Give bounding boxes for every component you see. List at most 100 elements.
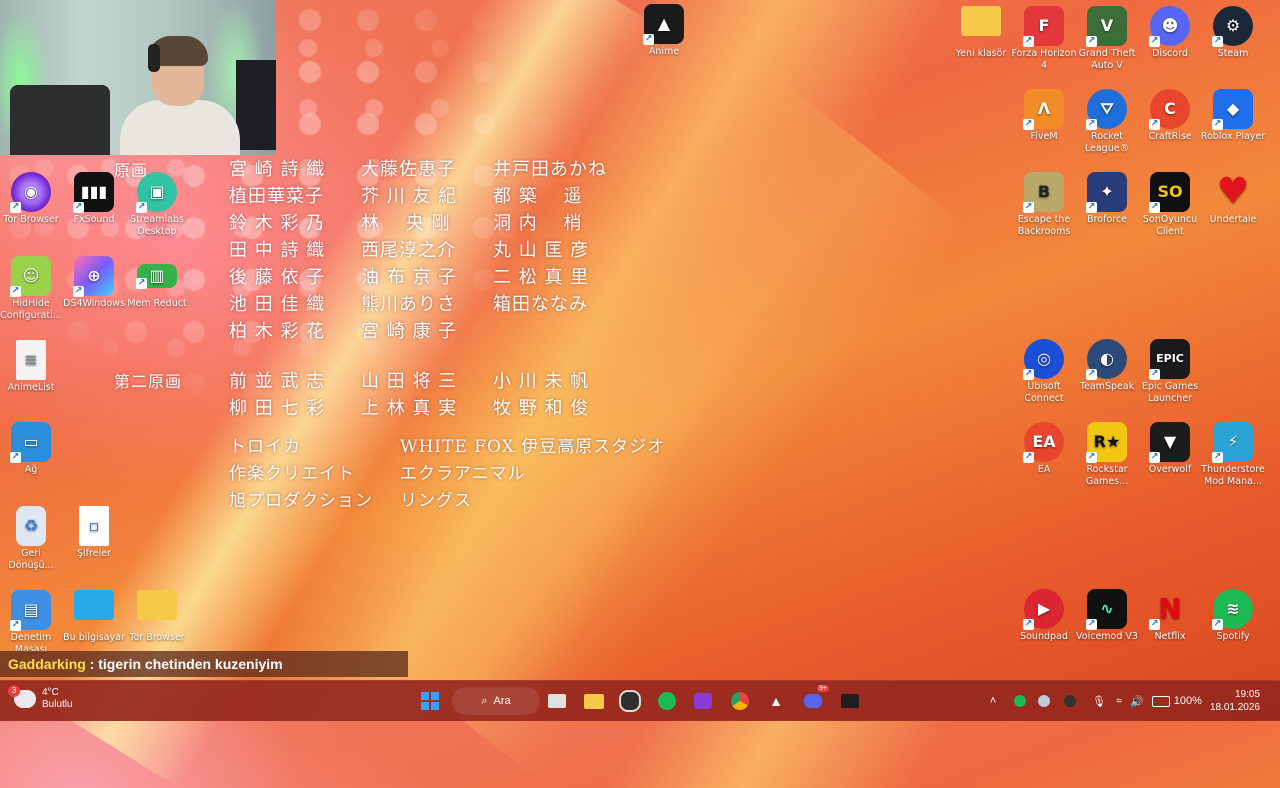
notification-badge: 9+: [817, 685, 829, 692]
desktop-icon-gta[interactable]: V ↗ Grand Theft Auto V: [1072, 6, 1142, 72]
battery-percent: 100%: [1173, 695, 1202, 707]
voicemod-icon: ∿ ↗: [1086, 589, 1127, 630]
text-file-icon: ≡: [16, 340, 46, 380]
soundpad-icon: ▶ ↗: [1023, 589, 1064, 630]
rockstar-icon: R★ ↗: [1086, 422, 1127, 463]
desktop-icon-ubisoft[interactable]: ◎ ↗ Ubisoft Connect: [1009, 339, 1079, 405]
credits-label-second: 第二原画: [114, 372, 183, 391]
taskbar-clapper[interactable]: [689, 687, 717, 715]
taskbar-anime-app[interactable]: ▲: [762, 687, 790, 715]
desktop-icon-tor-browser-folder[interactable]: Tor Browser: [122, 590, 192, 644]
spotify-tray-icon[interactable]: [1014, 695, 1026, 707]
taskbar-task-view[interactable]: [543, 687, 571, 715]
desktop-icon-spotify[interactable]: ≋ ↗ Spotify: [1198, 589, 1268, 643]
system-tray: ˄ 🎙 ≈ 🔊 100%: [984, 681, 1202, 721]
taskbar-obs[interactable]: [616, 687, 644, 715]
thunderstore-icon: ⚡ ↗: [1212, 422, 1253, 463]
desktop-icon-rockstar[interactable]: R★ ↗ Rockstar Games...: [1072, 422, 1142, 488]
desktop-icon-undertale[interactable]: ♥ Undertale: [1198, 172, 1268, 226]
desktop-icon-hidhide[interactable]: ☺ ↗ HidHide Configurati...: [0, 256, 66, 322]
clock[interactable]: 19:05 18.01.2026: [1210, 688, 1260, 714]
desktop-icon-label: Ubisoft Connect: [1024, 381, 1064, 404]
chevron-up-icon[interactable]: ˄: [984, 695, 1002, 707]
desktop-icon-fivem[interactable]: Λ ↗ FiveM: [1009, 89, 1079, 143]
weather-condition: Bulutlu: [42, 699, 73, 710]
desktop-icon-soundpad[interactable]: ▶ ↗ Soundpad: [1009, 589, 1079, 643]
battery-icon[interactable]: [1151, 695, 1170, 707]
desktop-icon-label: Broforce: [1087, 214, 1127, 225]
desktop-icon-forza[interactable]: F ↗ Forza Horizon 4: [1009, 6, 1079, 72]
start-button[interactable]: [416, 687, 444, 715]
desktop-icon-animelist[interactable]: ≡ AnimeList: [0, 340, 66, 394]
hidhide-icon: ☺ ↗: [10, 256, 51, 297]
weather-widget[interactable]: 3 4°C Bulutlu: [8, 685, 73, 711]
taskbar-file-explorer[interactable]: [580, 687, 608, 715]
desktop-icon-yeni-klasor[interactable]: Yeni klasör: [946, 6, 1016, 60]
desktop-icon-sifreler[interactable]: ▫ Şifreler: [59, 506, 129, 560]
desktop-icon-steam[interactable]: ⚙ ↗ Steam: [1198, 6, 1268, 60]
netflix-icon: N ↗: [1149, 592, 1182, 630]
desktop-icon-overwolf[interactable]: ▼ ↗ Overwolf: [1135, 422, 1205, 476]
microphone-icon[interactable]: 🎙: [1092, 695, 1106, 708]
gamepad-icon: ⊕ ↗: [73, 256, 114, 297]
credits-name: 丸 山 匡 彦: [493, 240, 590, 261]
memory-icon: ▥ ↗: [136, 264, 177, 289]
network-icon: ▭ ↗: [10, 422, 51, 463]
desktop-icon-teamspeak[interactable]: ◐ ↗ TeamSpeak: [1072, 339, 1142, 393]
desktop-icon-craftrise[interactable]: C ↗ CraftRise: [1135, 89, 1205, 143]
desktop-icon-roblox[interactable]: ◆ ↗ Roblox Player: [1198, 89, 1268, 143]
desktop-icon-label: DS4Windows: [63, 298, 125, 309]
desktop-icon-label: Streamlabs Desktop: [130, 214, 184, 237]
desktop-icon-control-panel[interactable]: ▤ ↗ Denetim Masası: [0, 590, 66, 656]
windows-icon: [421, 692, 439, 710]
desktop-icon-discord[interactable]: ☻ ↗ Discord: [1135, 6, 1205, 60]
desktop-icon-label: FxSound: [73, 214, 115, 225]
desktop-icon-label: CraftRise: [1148, 131, 1192, 142]
anime-app-icon: ▲ ↗: [643, 4, 684, 45]
terminal-icon: [841, 694, 859, 708]
desktop-icon-recycle-bin[interactable]: ♻ Geri Dönüşü...: [0, 506, 66, 572]
desktop-icon-this-pc[interactable]: Bu bilgisayar: [59, 590, 129, 644]
desktop-icon-streamlabs[interactable]: ▣ ↗ Streamlabs Desktop: [122, 172, 192, 238]
backrooms-icon: B ↗: [1023, 172, 1064, 213]
folder-icon: [584, 693, 604, 709]
desktop-icon-label: Yeni klasör: [955, 48, 1007, 59]
desktop-icon-broforce[interactable]: ✦ ↗ Broforce: [1072, 172, 1142, 226]
desktop-icon-thunderstore[interactable]: ⚡ ↗ Thunderstore Mod Mana...: [1198, 422, 1268, 488]
desktop-icon-network[interactable]: ▭ ↗ Ağ: [0, 422, 66, 476]
desktop-icon-rocket-league[interactable]: ⛛ ↗ Rocket League®: [1072, 89, 1142, 155]
volume-icon[interactable]: 🔊: [1130, 695, 1144, 708]
credits-name: 芥 川 友 紀: [361, 186, 458, 207]
taskbar-search[interactable]: ⌕ Ara: [452, 687, 540, 715]
desktop-icon-ea[interactable]: EA ↗ EA: [1009, 422, 1079, 476]
desktop-icon-label: TeamSpeak: [1079, 381, 1135, 392]
desktop-icon-voicemod[interactable]: ∿ ↗ Voicemod V3: [1072, 589, 1142, 643]
search-icon: ⌕: [481, 694, 488, 707]
task-view-icon: [548, 694, 566, 708]
spotify-icon: [658, 692, 676, 710]
desktop-icon-label: FiveM: [1030, 131, 1058, 142]
taskbar-terminal[interactable]: [836, 687, 864, 715]
desktop-icon-label: Tor Browser: [129, 632, 185, 643]
steam-tray-icon[interactable]: [1038, 695, 1050, 707]
desktop-icon-netflix[interactable]: N ↗ Netflix: [1135, 589, 1205, 643]
taskbar-discord[interactable]: 9+: [799, 685, 829, 715]
desktop-icon-sonoyuncu[interactable]: SO ↗ SonOyuncu Client: [1135, 172, 1205, 238]
desktop-icon-epic[interactable]: EPIC ↗ Epic Games Launcher: [1135, 339, 1205, 405]
credits-name: 小 川 未 帆: [493, 371, 590, 392]
taskbar-spotify[interactable]: [653, 687, 681, 715]
desktop-icon-label: Undertale: [1209, 214, 1257, 225]
desktop-icon-memreduct[interactable]: ▥ ↗ Mem Reduct: [122, 256, 192, 310]
desktop-icon-escape-backrooms[interactable]: B ↗ Escape the Backrooms: [1009, 172, 1079, 238]
desktop-icon-label: Şifreler: [77, 548, 111, 559]
desktop-icon-ds4windows[interactable]: ⊕ ↗ DS4Windows: [59, 256, 129, 310]
desktop-icon-anime-app[interactable]: ▲ ↗ Anime: [629, 4, 699, 58]
taskbar-chrome[interactable]: [726, 687, 754, 715]
wifi-icon[interactable]: ≈: [1116, 695, 1122, 707]
app-tray-icon[interactable]: [1064, 695, 1076, 707]
credits-studio: リングス: [400, 491, 472, 511]
desktop-icon-tor-browser[interactable]: ◉ ↗ Tor Browser: [0, 172, 66, 226]
taskbar: 3 4°C Bulutlu ⌕ Ara ▲ 9+ ˄ 🎙 ≈ 🔊 100% 19…: [0, 680, 1280, 721]
desktop-icon-fxsound[interactable]: ▮▮▮ ↗ FxSound: [59, 172, 129, 226]
credits-name: 洞 内 梢: [493, 213, 583, 234]
